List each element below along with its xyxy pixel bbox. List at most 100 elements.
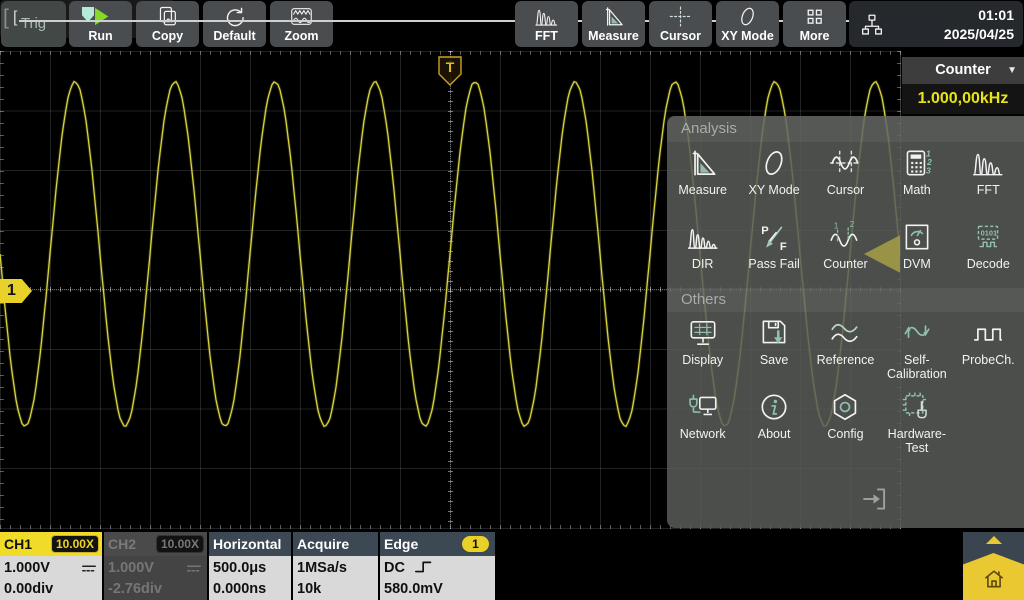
xy-mode-label: XY Mode (721, 30, 774, 44)
menu-item-display[interactable]: Display (667, 316, 738, 381)
memory-depth-value: 10k (297, 579, 374, 600)
menu-item-fft[interactable]: FFT (953, 146, 1024, 197)
reset-arrow-icon (222, 4, 247, 29)
timebase-value: 500.0μs (213, 558, 287, 579)
zoom-label: Zoom (284, 30, 318, 44)
more-label: More (800, 30, 830, 44)
ch1-dc-coupling-icon (81, 563, 97, 574)
fft-icon (971, 146, 1005, 180)
trigger-flag[interactable]: T (438, 56, 462, 86)
others-row-2: Network About Config Hardware-Test (667, 390, 1024, 455)
measure-icon (686, 146, 720, 180)
counter-title: Counter (935, 62, 991, 78)
trigger-type-title: Edge (384, 536, 418, 552)
others-section-title: Others (667, 288, 1024, 312)
analysis-section-title: Analysis (667, 116, 1024, 142)
cursor-icon (828, 146, 862, 180)
menu-item-empty (953, 390, 1024, 455)
cursor-button[interactable]: Cursor (649, 1, 712, 47)
measure-icon (601, 4, 626, 29)
horizontal-status-block[interactable]: Horizontal 500.0μs 0.000ns (209, 532, 291, 600)
default-label: Default (213, 30, 255, 44)
others-row-1: Display Save Reference Self-Calibration … (667, 316, 1024, 381)
counter-dropdown[interactable]: Counter ▼ (902, 57, 1024, 84)
menu-item-cursor[interactable]: Cursor (810, 146, 881, 197)
copy-button[interactable]: Copy (136, 1, 199, 47)
ch1-probe-badge: 10.00X (51, 535, 99, 553)
about-icon (757, 390, 791, 424)
trig-label: Trig (21, 16, 46, 33)
trigger-source-badge: 1 (462, 536, 489, 552)
menu-item-xy-mode[interactable]: XY Mode (738, 146, 809, 197)
dvm-icon (900, 220, 934, 254)
menu-item-network[interactable]: Network (667, 390, 738, 455)
sample-rate-value: 1MSa/s (297, 558, 374, 579)
xy-mode-button[interactable]: XY Mode (716, 1, 779, 47)
clock-panel: 01:01 2025/04/25 (849, 1, 1023, 47)
fft-button[interactable]: FFT (515, 1, 578, 47)
menu-item-math[interactable]: Math (881, 146, 952, 197)
network-icon (686, 390, 720, 424)
ch1-name: CH1 (4, 536, 32, 552)
self-calibration-icon (900, 316, 934, 350)
default-button[interactable]: Default (203, 1, 266, 47)
slider-inner-left-bracket: [ (13, 9, 17, 27)
display-icon (686, 316, 720, 350)
ch1-offset: 0.00div (4, 579, 98, 600)
chevron-down-icon: ▼ (1007, 57, 1017, 84)
dir-icon (686, 220, 720, 254)
channel1-status-block[interactable]: CH1 10.00X 1.000V 0.00div (0, 532, 102, 600)
more-menu-panel: Analysis Measure XY Mode Cursor Math FFT (667, 116, 1024, 528)
cursor-label: Cursor (660, 30, 701, 44)
acquire-status-block[interactable]: Acquire 1MSa/s 10k (293, 532, 378, 600)
menu-item-about[interactable]: About (738, 390, 809, 455)
counter-value: 1.000,00kHz (902, 84, 1024, 114)
menu-item-reference[interactable]: Reference (810, 316, 881, 381)
xy-mode-icon (757, 146, 791, 180)
rising-edge-icon (414, 559, 436, 574)
menu-item-probe-check[interactable]: ProbeCh. (953, 316, 1024, 381)
menu-item-dir[interactable]: DIR (667, 220, 738, 271)
ch2-dc-coupling-icon (186, 563, 202, 574)
decode-icon (971, 220, 1005, 254)
home-icon (981, 566, 1007, 592)
menu-item-pass-fail[interactable]: Pass Fail (738, 220, 809, 271)
config-icon (828, 390, 862, 424)
zoom-button[interactable]: Zoom (270, 1, 333, 47)
trigger-flag-letter: T (446, 59, 455, 75)
measure-label: Measure (588, 30, 639, 44)
analysis-row-1: Measure XY Mode Cursor Math FFT (667, 146, 1024, 197)
measure-button[interactable]: Measure (582, 1, 645, 47)
hardware-test-icon (900, 390, 934, 424)
fft-label: FFT (535, 30, 558, 44)
pass-fail-icon (757, 220, 791, 254)
menu-item-save[interactable]: Save (738, 316, 809, 381)
channel2-status-block[interactable]: CH2 10.00X 1.000V -2.76div (104, 532, 207, 600)
menu-item-decode[interactable]: Decode (953, 220, 1024, 271)
ch2-offset: -2.76div (108, 579, 203, 600)
menu-item-hardware-test[interactable]: Hardware-Test (881, 390, 952, 455)
slider-outer-left-bracket: [ (3, 6, 9, 30)
math-icon (900, 146, 934, 180)
analysis-row-2: DIR Pass Fail Counter DVM Decode (667, 220, 1024, 271)
menu-item-self-calibration[interactable]: Self-Calibration (881, 316, 952, 381)
ch2-name: CH2 (108, 536, 136, 552)
exit-menu-button[interactable] (853, 482, 895, 516)
acquire-title: Acquire (293, 532, 378, 556)
trig-button[interactable]: Trig (1, 1, 66, 47)
run-button[interactable]: Run (69, 1, 132, 47)
counter-readout: Counter ▼ 1.000,00kHz (902, 57, 1024, 114)
probe-check-icon (971, 316, 1005, 350)
menu-item-counter[interactable]: Counter (810, 220, 881, 271)
zoom-waveform-icon (289, 4, 314, 29)
save-icon (757, 316, 791, 350)
run-label: Run (88, 30, 112, 44)
trigger-level-value: 580.0mV (384, 579, 491, 600)
menu-item-config[interactable]: Config (810, 390, 881, 455)
copy-label: Copy (152, 30, 183, 44)
grid-squares-icon (802, 4, 827, 29)
trigger-status-block[interactable]: Edge 1 DC 580.0mV (380, 532, 495, 600)
menu-item-measure[interactable]: Measure (667, 146, 738, 197)
xy-ellipse-icon (735, 4, 760, 29)
more-button[interactable]: More (783, 1, 846, 47)
